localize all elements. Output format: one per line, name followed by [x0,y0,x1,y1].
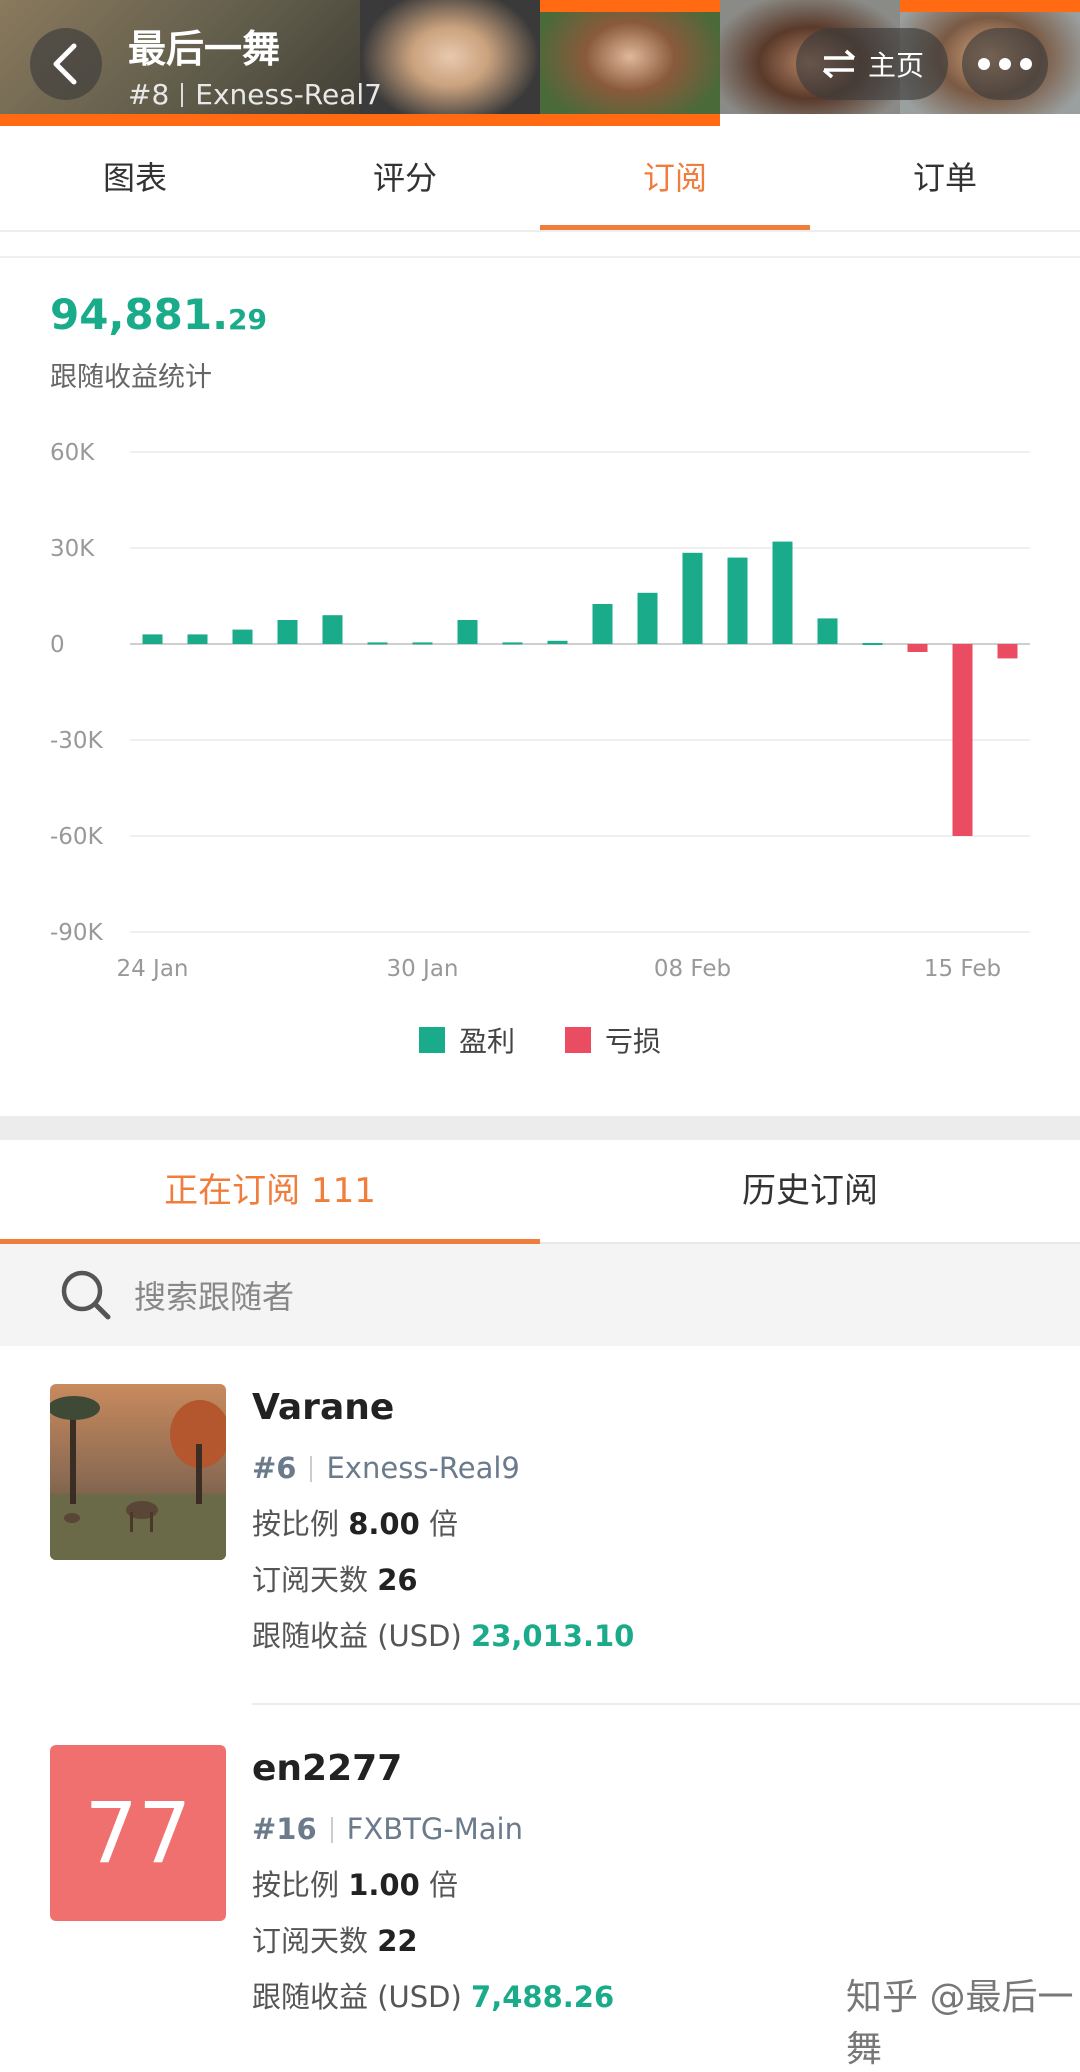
y-tick-label: 60K [50,440,95,466]
legend-profit-label: 盈利 [458,1025,515,1058]
tab-current-subscriptions[interactable]: 正在订阅 111 [0,1140,540,1244]
subscriber-name: Varane [252,1387,395,1428]
more-button[interactable] [962,28,1048,100]
search-icon [58,1267,114,1323]
deer-photo-icon [50,1384,226,1560]
subscriber-days: 订阅天数 26 [252,1563,418,1597]
legend-profit-swatch [418,1027,445,1053]
chevron-left-icon [53,43,77,85]
chart-bar [232,629,253,644]
subscriber-rank-server: #16 FXBTG-Main [252,1801,614,1857]
subscriber-info: en2277 #16 FXBTG-Main 按比例 1.00 倍 订阅天数 22 … [252,1745,614,2025]
header-photo-2 [360,0,540,126]
tab-orders[interactable]: 订单 [810,126,1080,230]
subscription-tab-bar: 正在订阅 111 历史订阅 [0,1140,1080,1244]
subscriber-ratio: 按比例 8.00 倍 [252,1507,459,1541]
gray-separator [0,1116,1080,1140]
chart-bar [817,618,838,644]
chart-bar [637,592,658,644]
chart-bar [907,644,928,652]
watermark: 知乎 @最后一舞 [846,1977,1074,2070]
tab-chart[interactable]: 图表 [0,126,270,230]
trader-server: Exness-Real7 [195,78,382,111]
y-tick-label: 0 [50,632,65,658]
profile-header: 最后一舞 #8 Exness-Real7 主页 [0,0,1080,126]
chart-bar [502,642,523,645]
legend-loss-swatch [565,1027,591,1053]
chart-bar [142,634,163,644]
avatar: 77 [50,1745,226,1921]
legend-loss-label: 亏损 [605,1025,662,1058]
home-button[interactable]: 主页 [796,28,948,100]
tab-subscription[interactable]: 订阅 [540,126,810,230]
trader-rank: #8 [128,78,170,111]
tab-rating[interactable]: 评分 [270,126,540,230]
chart-bar [682,552,703,644]
follow-profit-value: 94,881.29 [50,290,267,339]
subscriber-rank: #16 [252,1812,317,1846]
chart-bar [547,640,568,644]
top-tab-bar: 图表 评分 订阅 订单 [0,126,1080,232]
y-tick-label: -60K [50,824,104,850]
chart-bar [952,644,973,836]
subscriber-rank-server: #6 Exness-Real9 [252,1440,634,1496]
back-button[interactable] [30,28,102,100]
subscriber-rank: #6 [252,1451,297,1485]
home-button-label: 主页 [867,49,924,82]
legend-loss: 亏损 [565,1020,661,1060]
x-tick-label: 30 Jan [386,956,458,982]
y-tick-label: -30K [50,728,104,754]
list-divider [252,1703,1080,1705]
subscriber-days: 订阅天数 22 [252,1924,418,1958]
chart-bar [277,620,298,644]
x-tick-label: 24 Jan [116,956,188,982]
subscriber-profit: 跟随收益 (USD) 23,013.10 [252,1619,635,1653]
header-photo-3 [540,0,720,126]
chart-bar [727,557,748,644]
search-followers-bar[interactable]: 搜索跟随者 [0,1244,1080,1346]
follow-profit-main: 94,881. [50,290,229,339]
chart-bar [457,620,478,644]
subscriber-profit: 跟随收益 (USD) 7,488.26 [252,1980,615,2014]
tab-history-subscriptions[interactable]: 历史订阅 [540,1140,1080,1242]
follow-profit-label: 跟随收益统计 [50,362,212,393]
x-tick-label: 15 Feb [924,956,1001,982]
y-tick-label: -90K [50,920,104,946]
more-dots-icon [978,58,1032,70]
chart-bar [322,615,343,644]
chart-bar [367,642,388,645]
section-separator [0,256,1080,258]
subscriber-server: Exness-Real9 [326,1451,520,1485]
chart-bar [997,644,1018,659]
avatar [50,1384,226,1560]
swap-arrows-icon [822,49,856,79]
follow-profit-decimal: 29 [228,303,267,336]
trader-rank-server: #8 Exness-Real7 [128,78,382,111]
trader-name: 最后一舞 [128,27,281,71]
profit-bar-chart: 60K 30K 0 -30K -60K -90K 24 Jan 30 Jan 08 Feb 15 … [50,440,1030,982]
chart-legend: 盈利 亏损 [0,1020,1080,1060]
subscriber-name: en2277 [252,1748,403,1789]
chart-bar [772,541,793,644]
x-tick-label: 08 Feb [654,956,731,982]
chart-bar [862,643,883,646]
subscriber-info: Varane #6 Exness-Real9 按比例 8.00 倍 订阅天数 26… [252,1384,634,1664]
legend-profit: 盈利 [418,1020,515,1060]
y-tick-label: 30K [50,536,95,562]
chart-bar [187,634,208,644]
search-input[interactable]: 搜索跟随者 [134,1272,294,1318]
chart-bar [412,642,433,645]
subscriber-server: FXBTG-Main [346,1812,523,1846]
chart-bar [592,604,613,644]
subscriber-ratio: 按比例 1.00 倍 [252,1868,459,1902]
